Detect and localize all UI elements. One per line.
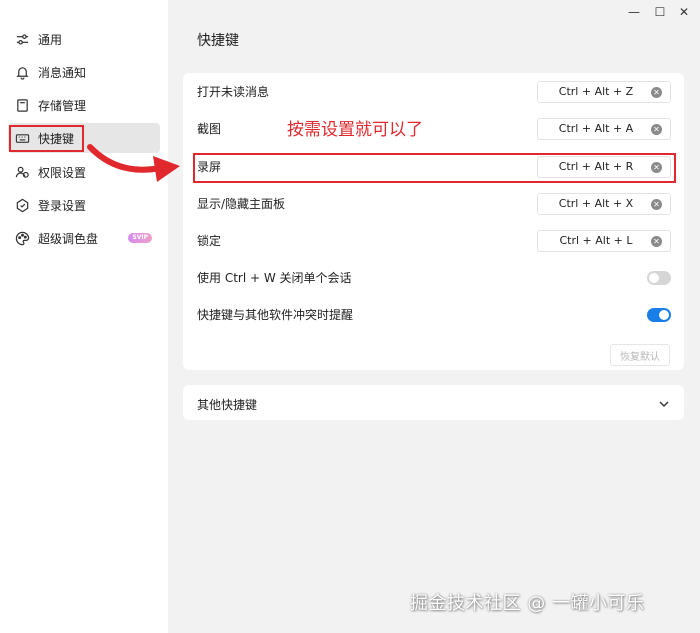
shortcuts-card: 打开未读消息 Ctrl + Alt + Z ✕ 截图 Ctrl + Alt + … [183, 73, 684, 370]
sidebar-item-label: 权限设置 [38, 165, 87, 180]
keyboard-icon [14, 130, 30, 146]
shortcut-row-record: 录屏 Ctrl + Alt + R ✕ [183, 148, 684, 185]
toggle-row-conflict: 快捷键与其他软件冲突时提醒 [183, 296, 684, 333]
clear-icon[interactable]: ✕ [651, 86, 662, 98]
users-icon [14, 164, 30, 180]
close-button[interactable]: ✕ [676, 4, 692, 20]
restore-default-button[interactable]: 恢复默认 [610, 344, 670, 366]
shortcut-label: 截图 [197, 122, 222, 136]
shortcut-key-input-toggle-panel[interactable]: Ctrl + Alt + X ✕ [537, 192, 671, 215]
shortcut-keys: Ctrl + Alt + L [559, 234, 633, 247]
minimize-button[interactable]: — [626, 4, 642, 20]
sidebar-item-palette[interactable]: 超级调色盘 SVIP [8, 223, 160, 253]
sidebar-item-login[interactable]: 登录设置 [8, 190, 160, 220]
shortcut-keys: Ctrl + Alt + A [558, 122, 634, 135]
shortcut-row-screenshot: 截图 Ctrl + Alt + A ✕ [183, 110, 684, 147]
shortcut-key-input-record[interactable]: Ctrl + Alt + R ✕ [537, 155, 671, 178]
shortcut-row-toggle-panel: 显示/隐藏主面板 Ctrl + Alt + X ✕ [183, 185, 684, 222]
sidebar-item-label: 登录设置 [38, 198, 87, 213]
sidebar-item-label: 通用 [38, 32, 63, 47]
toggle-label: 使用 Ctrl + W 关闭单个会话 [197, 271, 352, 285]
shortcut-key-input-unread[interactable]: Ctrl + Alt + Z ✕ [537, 80, 671, 103]
clear-icon[interactable]: ✕ [651, 161, 662, 173]
shortcut-keys: Ctrl + Alt + R [558, 160, 634, 173]
shortcut-label: 锁定 [197, 234, 222, 248]
sidebar-item-permissions[interactable]: 权限设置 [8, 157, 160, 187]
clear-icon[interactable]: ✕ [651, 198, 662, 210]
chevron-down-icon [659, 401, 669, 407]
conflict-alert-toggle[interactable] [647, 307, 671, 322]
shield-icon [14, 197, 30, 213]
annotation-text: 按需设置就可以了 [287, 120, 423, 140]
storage-icon [14, 97, 30, 113]
sidebar-item-notifications[interactable]: 消息通知 [8, 57, 160, 87]
watermark: 掘金技术社区 @ 一罐小可乐 [410, 593, 645, 614]
page-title: 快捷键 [197, 33, 239, 49]
clear-icon[interactable]: ✕ [651, 235, 662, 247]
shortcut-label: 打开未读消息 [197, 85, 270, 99]
other-shortcuts-label: 其他快捷键 [197, 398, 258, 412]
sidebar-item-shortcuts[interactable]: 快捷键 [8, 123, 160, 153]
clear-icon[interactable]: ✕ [651, 123, 662, 135]
sliders-icon [14, 31, 30, 47]
shortcut-keys: Ctrl + Alt + X [558, 197, 634, 210]
sidebar-item-general[interactable]: 通用 [8, 24, 160, 54]
sidebar-item-label: 快捷键 [38, 131, 75, 146]
ctrl-w-toggle[interactable] [647, 270, 671, 285]
svip-badge: SVIP [128, 233, 152, 243]
shortcut-row-lock: 锁定 Ctrl + Alt + L ✕ [183, 222, 684, 259]
shortcut-key-input-lock[interactable]: Ctrl + Alt + L ✕ [537, 229, 671, 252]
other-shortcuts-card[interactable]: 其他快捷键 [183, 385, 684, 420]
shortcut-row-unread: 打开未读消息 Ctrl + Alt + Z ✕ [183, 73, 684, 110]
toggle-row-ctrl-w: 使用 Ctrl + W 关闭单个会话 [183, 259, 684, 296]
bell-icon [14, 64, 30, 80]
sidebar: 通用 消息通知 存储管理 快捷键 权限设置 登录设置 超级调色盘 SVIP [0, 0, 168, 633]
shortcut-key-input-screenshot[interactable]: Ctrl + Alt + A ✕ [537, 117, 671, 140]
toggle-label: 快捷键与其他软件冲突时提醒 [197, 308, 354, 322]
sidebar-item-label: 超级调色盘 [38, 231, 99, 246]
shortcut-label: 录屏 [197, 160, 222, 174]
palette-icon [14, 230, 30, 246]
shortcut-label: 显示/隐藏主面板 [197, 197, 286, 211]
maximize-button[interactable]: ☐ [652, 4, 668, 20]
sidebar-item-label: 存储管理 [38, 98, 87, 113]
shortcut-keys: Ctrl + Alt + Z [558, 85, 634, 98]
sidebar-item-label: 消息通知 [38, 65, 87, 80]
sidebar-item-storage[interactable]: 存储管理 [8, 90, 160, 120]
